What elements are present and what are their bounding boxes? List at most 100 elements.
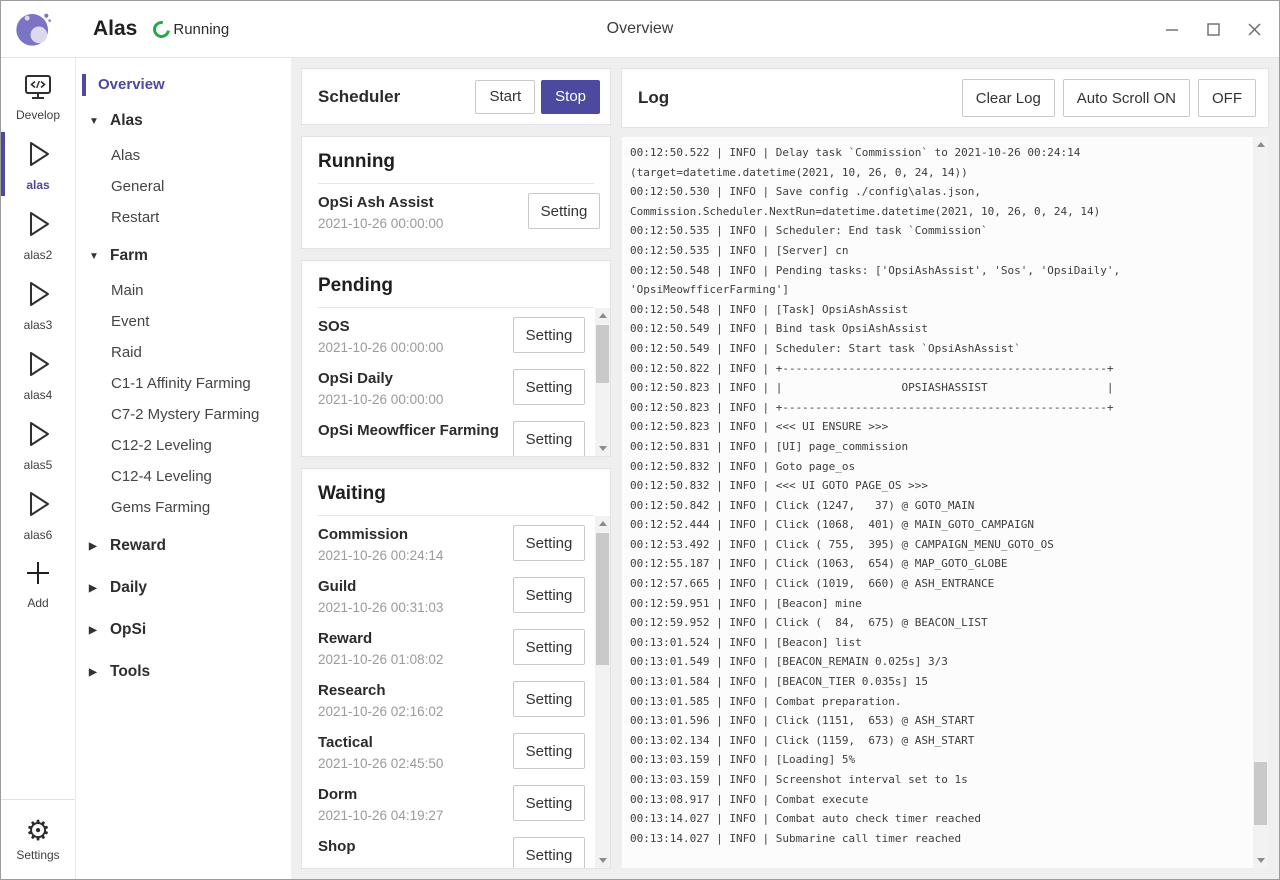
scroll-up-arrow-icon[interactable] (595, 516, 610, 531)
nav-group-opsi[interactable]: ▶OpSi (76, 611, 291, 649)
log-line: 00:13:14.027 | INFO | Submarine call tim… (630, 829, 1246, 849)
rail-item-alas3[interactable]: alas3 (1, 269, 75, 339)
log-line: 00:12:50.535 | INFO | Scheduler: End tas… (630, 221, 1246, 241)
task-item: Shop Setting (302, 828, 595, 868)
rail-item-alas[interactable]: alas (1, 129, 75, 199)
task-setting-button[interactable]: Setting (513, 681, 585, 717)
nav-item-general[interactable]: General (76, 171, 291, 202)
clear-log-button[interactable]: Clear Log (962, 79, 1055, 117)
log-line: 00:13:08.917 | INFO | Combat execute (630, 790, 1246, 810)
nav-item-c12-2-leveling[interactable]: C12-2 Leveling (76, 430, 291, 461)
scroll-up-arrow-icon[interactable] (595, 308, 610, 323)
scrollbar-thumb[interactable] (1254, 762, 1267, 825)
log-line: 00:12:50.823 | INFO | +-----------------… (630, 398, 1246, 418)
task-time: 2021-10-26 02:16:02 (318, 704, 505, 719)
task-item: Research2021-10-26 02:16:02Setting (302, 672, 595, 724)
scroll-down-arrow-icon[interactable] (1253, 853, 1268, 868)
task-time: 2021-10-26 00:00:00 (318, 216, 520, 231)
log-body: 00:12:50.522 | INFO | Delay task `Commis… (621, 136, 1269, 869)
nav-item-c1-1-affinity-farming[interactable]: C1-1 Affinity Farming (76, 368, 291, 399)
log-column: Log Clear Log Auto Scroll ON OFF 00:12:5… (621, 68, 1269, 869)
nav-item-raid[interactable]: Raid (76, 337, 291, 368)
play-icon (21, 137, 55, 176)
scroll-down-arrow-icon[interactable] (595, 441, 610, 456)
rail-item-develop[interactable]: Develop (1, 66, 75, 129)
pending-scrollbar[interactable] (595, 308, 610, 456)
rail-item-alas4[interactable]: alas4 (1, 339, 75, 409)
scrollbar-thumb[interactable] (596, 533, 609, 665)
log-line: 00:12:59.951 | INFO | [Beacon] mine (630, 594, 1246, 614)
add-instance-button[interactable]: Add (1, 549, 75, 617)
log-line: 00:12:50.831 | INFO | [UI] page_commissi… (630, 437, 1246, 457)
log-line: 00:12:57.665 | INFO | Click (1019, 660) … (630, 574, 1246, 594)
scrollbar-track[interactable] (1253, 152, 1268, 853)
log-scrollbar[interactable] (1253, 137, 1268, 868)
task-setting-button[interactable]: Setting (513, 785, 585, 821)
auto-scroll-on-button[interactable]: Auto Scroll ON (1063, 79, 1190, 117)
scrollbar-track[interactable] (595, 531, 610, 853)
pending-list: SOS2021-10-26 00:00:00SettingOpSi Daily2… (302, 308, 595, 456)
nav-item-event[interactable]: Event (76, 306, 291, 337)
close-icon[interactable] (1248, 23, 1261, 36)
rail-instances: alas alas2 alas3 alas4 alas5 alas6 (1, 129, 75, 549)
task-info: Shop (318, 837, 505, 860)
nav-group-daily[interactable]: ▶Daily (76, 569, 291, 607)
triangle-right-icon: ▶ (89, 583, 101, 594)
rail-item-label: alas2 (24, 248, 53, 262)
active-indicator (1, 132, 5, 196)
task-setting-button[interactable]: Setting (528, 193, 600, 229)
maximize-icon[interactable] (1207, 23, 1220, 36)
nav-item-c12-4-leveling[interactable]: C12-4 Leveling (76, 461, 291, 492)
nav-item-c7-2-mystery-farming[interactable]: C7-2 Mystery Farming (76, 399, 291, 430)
task-setting-button[interactable]: Setting (513, 317, 585, 353)
nav-item-main[interactable]: Main (76, 275, 291, 306)
nav-group-reward[interactable]: ▶Reward (76, 527, 291, 565)
window-controls (1166, 23, 1261, 36)
scheduler-actions: Start Stop (475, 80, 600, 114)
side-navigation: Overview ▼AlasAlasGeneralRestart▼FarmMai… (76, 58, 291, 879)
log-lines: 00:12:50.522 | INFO | Delay task `Commis… (622, 137, 1268, 852)
stop-button[interactable]: Stop (541, 80, 600, 114)
start-button[interactable]: Start (475, 80, 535, 114)
rail-item-alas6[interactable]: alas6 (1, 479, 75, 549)
scrollbar-thumb[interactable] (596, 325, 609, 383)
rail-item-alas5[interactable]: alas5 (1, 409, 75, 479)
nav-group-label: Alas (110, 112, 143, 130)
nav-group-alas[interactable]: ▼Alas (76, 102, 291, 140)
rail-item-label: alas3 (24, 318, 53, 332)
task-setting-button[interactable]: Setting (513, 629, 585, 665)
task-setting-button[interactable]: Setting (513, 421, 585, 456)
scroll-up-arrow-icon[interactable] (1253, 137, 1268, 152)
nav-group-label: OpSi (110, 621, 146, 639)
nav-item-restart[interactable]: Restart (76, 202, 291, 233)
scrollbar-track[interactable] (595, 323, 610, 441)
nav-item-overview[interactable]: Overview (76, 72, 291, 98)
minimize-icon[interactable] (1166, 23, 1179, 36)
instance-rail: Develop alas alas2 alas3 alas4 alas5 ala… (1, 58, 76, 879)
log-line: 00:12:50.832 | INFO | Goto page_os (630, 457, 1246, 477)
scheduler-status: Running (153, 21, 229, 38)
task-setting-button[interactable]: Setting (513, 525, 585, 561)
nav-item-gems-farming[interactable]: Gems Farming (76, 492, 291, 523)
nav-groups: ▼AlasAlasGeneralRestart▼FarmMainEventRai… (76, 102, 291, 691)
rail-item-alas2[interactable]: alas2 (1, 199, 75, 269)
nav-group-farm[interactable]: ▼Farm (76, 237, 291, 275)
page-title: Overview (607, 20, 674, 38)
triangle-right-icon: ▶ (89, 667, 101, 678)
auto-scroll-off-button[interactable]: OFF (1198, 79, 1256, 117)
log-line: 00:12:50.823 | INFO | <<< UI ENSURE >>> (630, 417, 1246, 437)
task-setting-button[interactable]: Setting (513, 733, 585, 769)
task-setting-button[interactable]: Setting (513, 837, 585, 868)
scroll-down-arrow-icon[interactable] (595, 853, 610, 868)
task-setting-button[interactable]: Setting (513, 369, 585, 405)
task-setting-button[interactable]: Setting (513, 577, 585, 613)
rail-bottom: ⚙ Settings (1, 799, 75, 879)
task-name: Tactical (318, 733, 505, 752)
pending-title: Pending (318, 275, 594, 308)
settings-button[interactable]: ⚙ Settings (1, 808, 75, 869)
nav-item-alas[interactable]: Alas (76, 140, 291, 171)
rail-item-label: Settings (16, 848, 59, 862)
waiting-scrollbar[interactable] (595, 516, 610, 868)
nav-group-tools[interactable]: ▶Tools (76, 653, 291, 691)
log-line: 00:12:50.842 | INFO | Click (1247, 37) @… (630, 496, 1246, 516)
